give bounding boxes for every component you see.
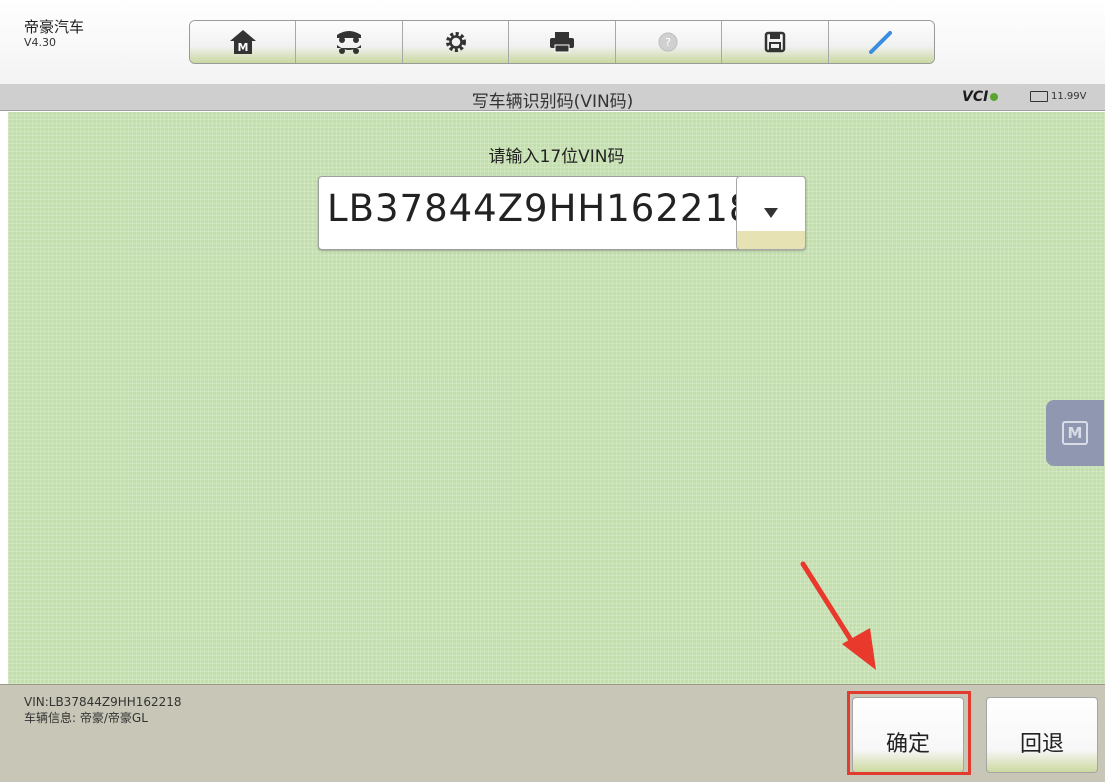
- vci-connected-icon: [990, 93, 999, 101]
- toolbar: M ?: [189, 20, 935, 64]
- home-icon: M: [229, 30, 256, 54]
- vci-label: VCI: [962, 89, 989, 105]
- page-title: 写车辆识别码(VIN码): [471, 92, 634, 112]
- confirm-highlight-box: [847, 691, 971, 775]
- caret-down-icon: [764, 208, 778, 218]
- save-button[interactable]: [722, 21, 829, 63]
- car-lift-button[interactable]: [296, 21, 403, 63]
- battery-status: 11.99V: [1030, 91, 1086, 102]
- help-button[interactable]: ?: [615, 21, 723, 63]
- vci-status: VCI: [962, 89, 999, 105]
- vin-input-value: LB37844Z9HH162218: [327, 187, 754, 230]
- main-panel: 请输入17位VIN码 LB37844Z9HH162218 M: [8, 112, 1105, 684]
- pen-icon: [869, 31, 893, 54]
- car-lift-icon: [337, 31, 362, 54]
- gear-icon: [445, 32, 466, 52]
- version-label: V4.30: [24, 36, 57, 49]
- vehicle-info: VIN:LB37844Z9HH162218 车辆信息: 帝豪/帝豪GL: [24, 694, 182, 726]
- vin-dropdown-button[interactable]: [736, 176, 806, 250]
- brand: 帝豪汽车 V4.30: [24, 18, 84, 50]
- m-icon: M: [1062, 421, 1088, 445]
- help-icon: ?: [658, 32, 678, 52]
- top-bar: 帝豪汽车 V4.30 M ?: [0, 0, 1105, 85]
- svg-text:M: M: [237, 41, 248, 54]
- title-bar: 写车辆识别码(VIN码) VCI 11.99V: [0, 85, 1105, 112]
- back-button[interactable]: 回退: [986, 697, 1098, 773]
- vin-input[interactable]: LB37844Z9HH162218: [318, 176, 806, 250]
- vin-info: VIN:LB37844Z9HH162218: [24, 695, 182, 709]
- battery-voltage: 11.99V: [1051, 91, 1087, 102]
- home-button[interactable]: M: [190, 21, 297, 63]
- save-icon: [764, 31, 786, 53]
- battery-icon: [1030, 91, 1048, 102]
- printer-icon: [549, 32, 574, 53]
- print-button[interactable]: [509, 21, 616, 63]
- settings-button[interactable]: [402, 21, 510, 63]
- svg-text:?: ?: [665, 36, 671, 49]
- floating-menu-button[interactable]: M: [1046, 400, 1104, 466]
- brand-name: 帝豪汽车: [24, 18, 85, 36]
- red-arrow-annotation: [800, 561, 876, 670]
- vin-prompt: 请输入17位VIN码: [488, 147, 625, 167]
- vehicle-model-info: 车辆信息: 帝豪/帝豪GL: [24, 711, 148, 725]
- edit-button[interactable]: [828, 21, 934, 63]
